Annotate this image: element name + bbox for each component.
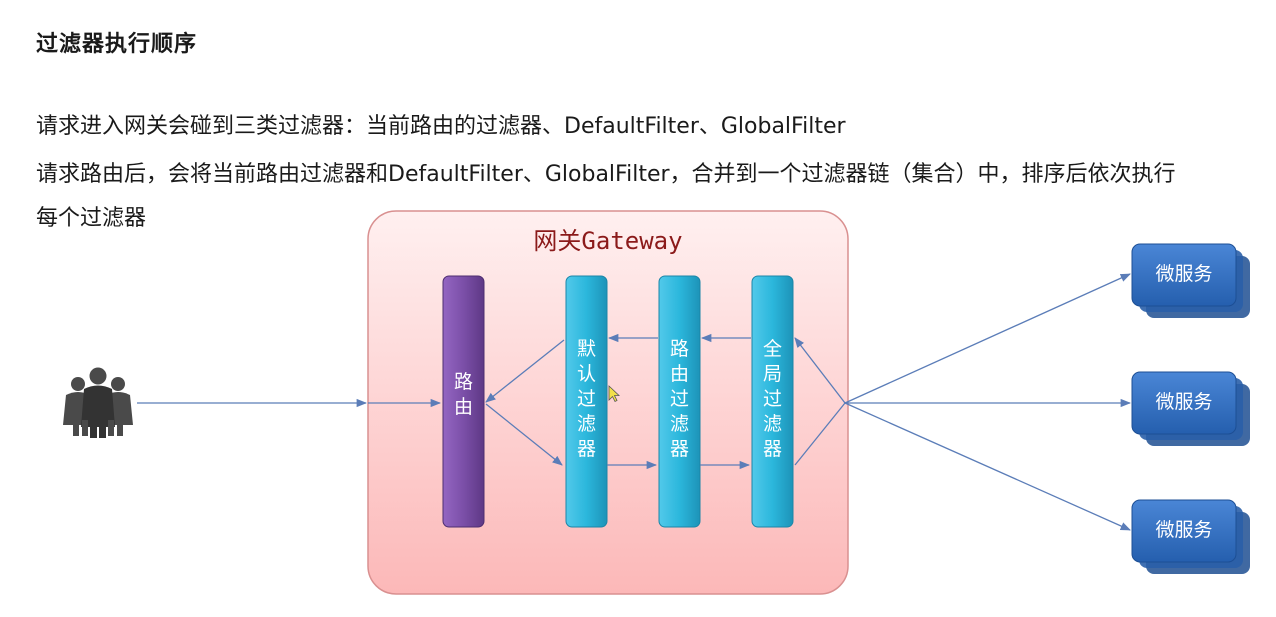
arrow-hub-to-service-3	[844, 402, 1131, 531]
service-2: 微服务	[1131, 371, 1250, 446]
bar-route-filter-label: 路由过滤器	[670, 338, 689, 460]
arrow-hub-to-service-1	[844, 273, 1131, 404]
service-1: 微服务	[1131, 243, 1250, 318]
service-3: 微服务	[1131, 499, 1250, 574]
service-3-label: 微服务	[1155, 519, 1212, 541]
bar-default-filter-label: 默认过滤器	[577, 338, 596, 460]
service-1-label: 微服务	[1155, 263, 1212, 285]
users-group-icon	[63, 367, 133, 438]
gateway-label: 网关Gateway	[533, 227, 682, 255]
gateway-filter-diagram: 网关Gateway 路由默认过滤器路由过滤器全局过滤器 微服务 微服务 微服务	[63, 210, 1250, 595]
service-2-label: 微服务	[1155, 391, 1212, 413]
bar-global-filter-label: 全局过滤器	[763, 338, 782, 460]
